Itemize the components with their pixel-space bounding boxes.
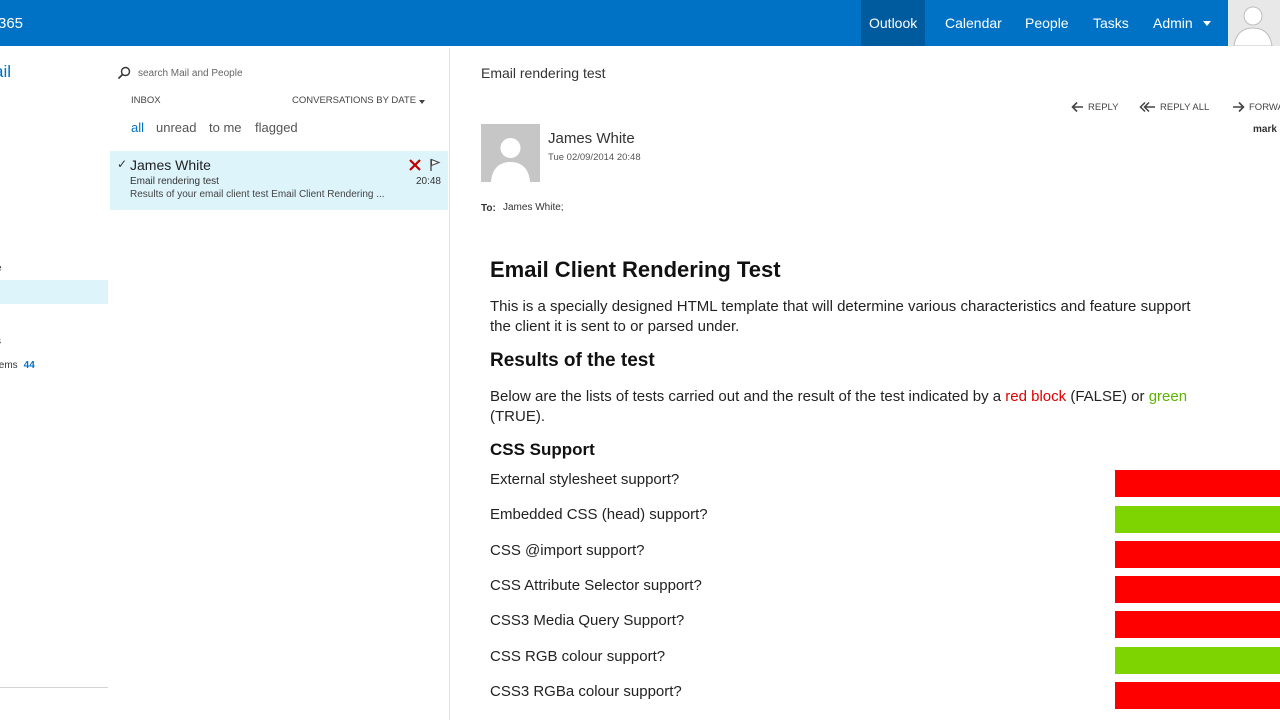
forward-button[interactable]: FORWA: [1232, 99, 1280, 115]
folder-item-selected[interactable]: [0, 280, 108, 304]
body-intro-line1: This is a specially designed HTML templa…: [490, 298, 1191, 315]
body-intro-line2: the client it is sent to or parsed under…: [490, 318, 740, 335]
test-label: CSS @import support?: [490, 542, 645, 559]
test-result-block: [1115, 611, 1280, 638]
read-check-icon: ✓: [117, 157, 128, 171]
mark-as-menu[interactable]: mark: [1253, 124, 1277, 135]
sender-avatar: [481, 124, 540, 182]
person-silhouette-icon: [481, 124, 540, 182]
nav-tasks[interactable]: Tasks: [1085, 0, 1137, 46]
test-result-block: [1115, 647, 1280, 674]
message-sender: James White: [130, 157, 211, 173]
reading-pane-subject: Email rendering test: [481, 65, 606, 81]
to-label: To:: [481, 203, 496, 214]
unread-count: 44: [23, 360, 35, 371]
test-label: CSS3 RGBa colour support?: [490, 683, 682, 700]
test-result-block: [1115, 576, 1280, 603]
false-text: (FALSE) or: [1066, 388, 1149, 405]
nav-calendar[interactable]: Calendar: [937, 0, 1010, 46]
test-label: CSS3 Media Query Support?: [490, 612, 685, 629]
inbox-label: INBOX: [131, 95, 161, 106]
filter-to-me[interactable]: to me: [209, 120, 242, 135]
search-icon[interactable]: [117, 66, 131, 80]
search-input[interactable]: [138, 64, 358, 82]
reply-all-arrow-icon: [1139, 101, 1155, 113]
results-text: Below are the lists of tests carried out…: [490, 388, 1006, 405]
filter-flagged[interactable]: flagged: [255, 120, 298, 135]
admin-chevron-down-icon[interactable]: [1203, 21, 1211, 26]
top-navigation-bar: 365 Outlook Calendar People Tasks Admin: [0, 0, 1280, 46]
folder-item-deleted-items[interactable]: tems 44: [0, 360, 35, 371]
body-title: Email Client Rendering Test: [490, 257, 781, 282]
css-support-heading: CSS Support: [490, 440, 595, 459]
message-preview: Results of your email client test Email …: [130, 189, 385, 200]
folder-divider: [0, 687, 108, 688]
test-label: CSS Attribute Selector support?: [490, 577, 702, 594]
reply-arrow-icon: [1071, 101, 1083, 113]
green-text: green: [1148, 388, 1188, 405]
recipient[interactable]: James White;: [503, 202, 564, 213]
nav-people[interactable]: People: [1017, 0, 1077, 46]
sender-name[interactable]: James White: [548, 130, 635, 147]
results-description: Below are the lists of tests carried out…: [490, 387, 1187, 407]
results-heading: Results of the test: [490, 350, 655, 371]
message-subject: Email rendering test: [130, 176, 219, 187]
list-item[interactable]: ✓ James White Email rendering test Resul…: [110, 151, 448, 210]
test-label: Embedded CSS (head) support?: [490, 506, 708, 523]
test-result-block: [1115, 470, 1280, 497]
nav-outlook[interactable]: Outlook: [861, 0, 926, 46]
test-result-block: [1115, 506, 1280, 533]
reply-all-button[interactable]: REPLY ALL: [1139, 99, 1209, 115]
user-avatar[interactable]: [1228, 0, 1280, 46]
sort-chevron-down-icon[interactable]: [419, 100, 425, 104]
test-result-block: [1115, 682, 1280, 709]
test-label: External stylesheet support?: [490, 471, 680, 488]
flag-icon[interactable]: [429, 158, 441, 172]
sort-dropdown[interactable]: CONVERSATIONS BY DATE: [292, 95, 416, 106]
sent-date: Tue 02/09/2014 20:48: [548, 152, 641, 163]
filter-unread[interactable]: unread: [156, 120, 196, 135]
message-time: 20:48: [415, 176, 441, 187]
folder-item[interactable]: s: [0, 336, 1, 347]
reply-label: REPLY: [1088, 101, 1119, 113]
nav-admin[interactable]: Admin: [1145, 0, 1201, 46]
test-label: CSS RGB colour support?: [490, 648, 666, 665]
folder-item-label: tems: [0, 360, 18, 371]
forward-label: FORWA: [1249, 101, 1280, 113]
reply-all-label: REPLY ALL: [1160, 101, 1210, 113]
pane-divider: [449, 48, 450, 720]
true-text: (TRUE).: [490, 408, 545, 425]
mail-folder-title: ail: [0, 62, 12, 81]
brand-label: 365: [0, 15, 24, 32]
forward-arrow-icon: [1233, 101, 1245, 113]
folder-item[interactable]: e: [0, 263, 2, 274]
person-silhouette-icon: [1228, 0, 1280, 46]
filter-all[interactable]: all: [131, 120, 144, 135]
reply-button[interactable]: REPLY: [1071, 99, 1118, 115]
red-block-text: red block: [1005, 388, 1067, 405]
test-result-block: [1115, 541, 1280, 568]
delete-icon[interactable]: [408, 158, 422, 172]
